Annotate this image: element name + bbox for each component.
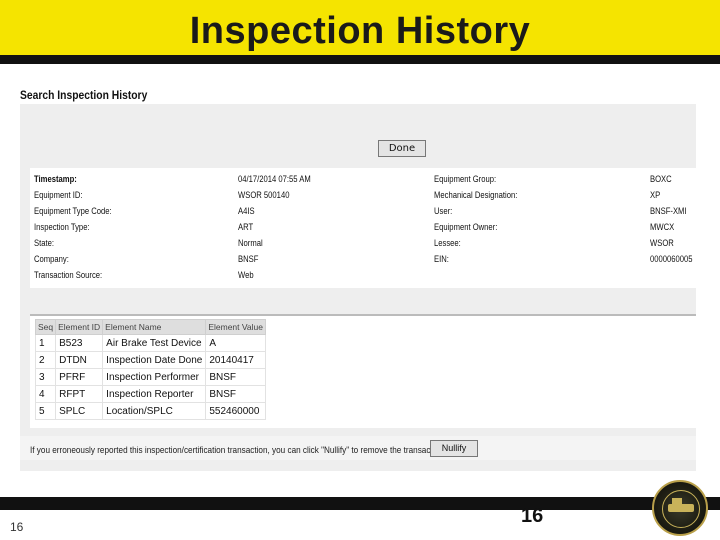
footer-divider — [0, 497, 720, 510]
logo-train-body — [668, 504, 694, 512]
info-label: Company: — [34, 254, 69, 264]
screen-panel: Done Timestamp: 04/17/2014 07:55 AM Equi… — [20, 104, 696, 471]
info-label: Equipment ID: — [34, 190, 83, 200]
cell-element-value: 552460000 — [205, 402, 266, 420]
cell-element-name: Inspection Date Done — [102, 351, 207, 369]
cell-element-value: BNSF — [205, 385, 266, 403]
cell-element-name: Location/SPLC — [102, 402, 207, 420]
nullify-instructions: If you erroneously reported this inspect… — [30, 445, 446, 456]
cell-element-value: 20140417 — [205, 351, 266, 369]
done-button[interactable]: Done — [378, 140, 426, 157]
railroad-logo-icon — [652, 480, 708, 536]
elements-table: Seq Element ID Element Name Element Valu… — [34, 319, 266, 420]
info-value: 0000060005 — [650, 254, 693, 264]
table-header-row: Seq Element ID Element Name Element Valu… — [34, 319, 266, 335]
cell-element-value: A — [205, 334, 266, 352]
info-value: 04/17/2014 07:55 AM — [238, 174, 311, 184]
info-value: MWCX — [650, 222, 675, 232]
page-number-large: 16 — [521, 505, 544, 527]
cell-element-id: RFPT — [55, 385, 104, 403]
info-value: WSOR 500140 — [238, 190, 290, 200]
info-value: BOXC — [650, 174, 672, 184]
info-value: Normal — [238, 238, 263, 248]
info-label: State: — [34, 238, 54, 248]
cell-seq: 3 — [34, 368, 57, 386]
cell-seq: 2 — [34, 351, 57, 369]
cell-element-name: Inspection Reporter — [102, 385, 207, 403]
cell-element-id: SPLC — [55, 402, 104, 420]
column-header-element-id[interactable]: Element ID — [55, 319, 104, 335]
table-row: 1 B523 Air Brake Test Device A — [34, 334, 266, 352]
info-label: Timestamp: — [34, 174, 77, 184]
info-value: Web — [238, 270, 254, 280]
nullify-button[interactable]: Nullify — [430, 440, 478, 457]
page-number: 16 — [10, 520, 24, 534]
info-label: User: — [434, 206, 453, 216]
cell-element-id: PFRF — [55, 368, 104, 386]
cell-seq: 1 — [34, 334, 57, 352]
table-row: 5 SPLC Location/SPLC 552460000 — [34, 402, 266, 420]
cell-element-value: BNSF — [205, 368, 266, 386]
info-value: BNSF-XMI — [650, 206, 687, 216]
column-header-element-value[interactable]: Element Value — [205, 319, 266, 335]
table-row: 4 RFPT Inspection Reporter BNSF — [34, 385, 266, 403]
info-label: EIN: — [434, 254, 449, 264]
info-label: Mechanical Designation: — [434, 190, 518, 200]
column-header-element-name[interactable]: Element Name — [102, 319, 207, 335]
info-label: Equipment Owner: — [434, 222, 498, 232]
slide-title: Inspection History — [189, 10, 531, 52]
info-label: Equipment Group: — [434, 174, 497, 184]
cell-seq: 5 — [34, 402, 57, 420]
info-label: Inspection Type: — [34, 222, 90, 232]
table-row: 2 DTDN Inspection Date Done 20140417 — [34, 351, 266, 369]
transaction-details: Timestamp: 04/17/2014 07:55 AM Equipment… — [30, 168, 696, 288]
info-value: ART — [238, 222, 254, 232]
info-row-timestamp: Timestamp: — [34, 174, 77, 190]
info-value: WSOR — [650, 238, 674, 248]
info-value: A4IS — [238, 206, 255, 216]
cell-element-name: Air Brake Test Device — [102, 334, 207, 352]
cell-element-id: DTDN — [55, 351, 104, 369]
info-value: XP — [650, 190, 661, 200]
column-header-seq[interactable]: Seq — [34, 319, 57, 335]
inspection-screen: Search Inspection History Done Timestamp… — [18, 84, 698, 474]
info-label: Equipment Type Code: — [34, 206, 112, 216]
info-value: BNSF — [238, 254, 259, 264]
elements-panel: Seq Element ID Element Name Element Valu… — [30, 314, 696, 428]
banner-divider — [0, 55, 720, 64]
cell-element-name: Inspection Performer — [102, 368, 207, 386]
info-label: Transaction Source: — [34, 270, 103, 280]
cell-element-id: B523 — [55, 334, 104, 352]
panel-divider — [30, 314, 696, 316]
cell-seq: 4 — [34, 385, 57, 403]
info-label: Lessee: — [434, 238, 461, 248]
nullify-bar: If you erroneously reported this inspect… — [20, 436, 696, 460]
screen-title: Search Inspection History — [20, 88, 148, 102]
table-row: 3 PFRF Inspection Performer BNSF — [34, 368, 266, 386]
